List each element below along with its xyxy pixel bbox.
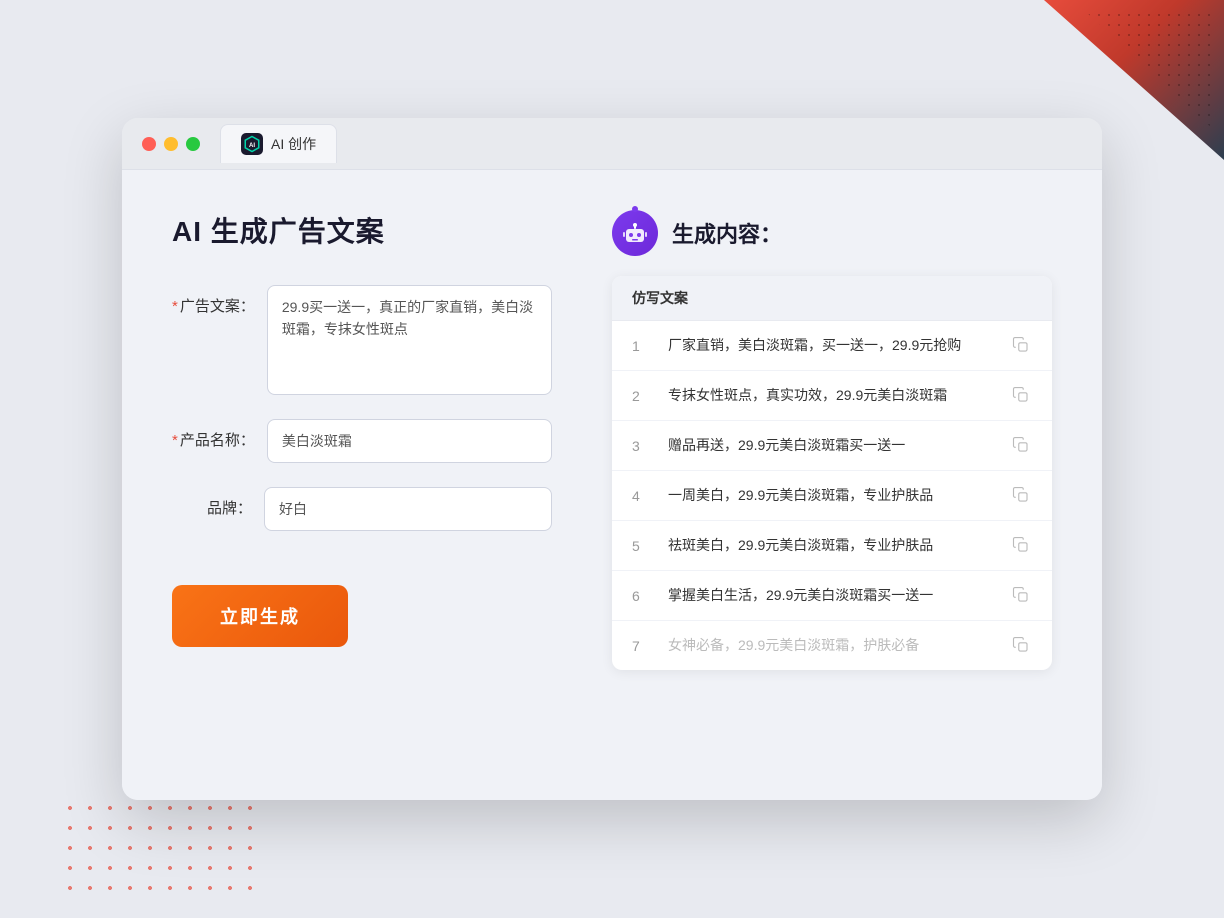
svg-text:AI: AI: [249, 143, 255, 149]
result-item-text: 掌握美白生活，29.9元美白淡斑霜买一送一: [668, 585, 996, 606]
result-header: 生成内容：: [612, 210, 1052, 256]
result-table-header: 仿写文案: [612, 276, 1052, 321]
traffic-lights: [142, 137, 200, 151]
robot-icon: [612, 210, 658, 256]
result-item-number: 7: [632, 638, 652, 654]
result-item-number: 6: [632, 588, 652, 604]
result-item-text: 专抹女性斑点，真实功效，29.9元美白淡斑霜: [668, 385, 996, 406]
result-item-number: 5: [632, 538, 652, 554]
page-title: AI 生成广告文案: [172, 210, 552, 250]
decorative-corner-dots: [1084, 10, 1214, 130]
result-item: 7 女神必备，29.9元美白淡斑霜，护肤必备: [612, 621, 1052, 670]
copy-icon[interactable]: [1012, 486, 1032, 506]
result-item: 6 掌握美白生活，29.9元美白淡斑霜买一送一: [612, 571, 1052, 621]
ai-tab-icon: AI: [241, 133, 263, 155]
copy-icon[interactable]: [1012, 436, 1032, 456]
copy-icon[interactable]: [1012, 386, 1032, 406]
result-item-number: 4: [632, 488, 652, 504]
brand-row: 品牌：: [172, 487, 552, 531]
result-item: 4 一周美白，29.9元美白淡斑霜，专业护肤品: [612, 471, 1052, 521]
decorative-bottom-dots: [60, 798, 260, 898]
ad-copy-textarea[interactable]: 29.9买一送一，真正的厂家直销，美白淡斑霜，专抹女性斑点: [267, 285, 552, 395]
title-bar: AI AI 创作: [122, 118, 1102, 170]
result-title: 生成内容：: [672, 217, 782, 249]
browser-window: AI AI 创作 AI 生成广告文案 *广告文案： 29.9买一送一，真正的厂家…: [122, 118, 1102, 800]
result-item-text: 祛斑美白，29.9元美白淡斑霜，专业护肤品: [668, 535, 996, 556]
main-content: AI 生成广告文案 *广告文案： 29.9买一送一，真正的厂家直销，美白淡斑霜，…: [122, 170, 1102, 800]
copy-icon[interactable]: [1012, 336, 1032, 356]
result-item-number: 2: [632, 388, 652, 404]
result-item-text: 一周美白，29.9元美白淡斑霜，专业护肤品: [668, 485, 996, 506]
result-item: 1 厂家直销，美白淡斑霜，买一送一，29.9元抢购: [612, 321, 1052, 371]
result-item: 3 赠品再送，29.9元美白淡斑霜买一送一: [612, 421, 1052, 471]
result-table: 仿写文案 1 厂家直销，美白淡斑霜，买一送一，29.9元抢购 2 专抹女性斑点，真实…: [612, 276, 1052, 670]
result-item-text: 赠品再送，29.9元美白淡斑霜买一送一: [668, 435, 996, 456]
result-item-number: 3: [632, 438, 652, 454]
brand-label: 品牌：: [172, 487, 252, 518]
copy-icon[interactable]: [1012, 636, 1032, 656]
result-item: 2 专抹女性斑点，真实功效，29.9元美白淡斑霜: [612, 371, 1052, 421]
product-name-label: *产品名称：: [172, 419, 255, 450]
copy-icon[interactable]: [1012, 536, 1032, 556]
close-button[interactable]: [142, 137, 156, 151]
ad-copy-label: *广告文案：: [172, 285, 255, 316]
maximize-button[interactable]: [186, 137, 200, 151]
copy-icon[interactable]: [1012, 586, 1032, 606]
right-panel: 生成内容： 仿写文案 1 厂家直销，美白淡斑霜，买一送一，29.9元抢购 2 专抹女…: [612, 210, 1052, 760]
result-item-number: 1: [632, 338, 652, 354]
product-name-row: *产品名称：: [172, 419, 552, 463]
product-name-input[interactable]: [267, 419, 552, 463]
result-item-text: 厂家直销，美白淡斑霜，买一送一，29.9元抢购: [668, 335, 996, 356]
result-item: 5 祛斑美白，29.9元美白淡斑霜，专业护肤品: [612, 521, 1052, 571]
result-items-container: 1 厂家直销，美白淡斑霜，买一送一，29.9元抢购 2 专抹女性斑点，真实功效，29…: [612, 321, 1052, 670]
ad-copy-row: *广告文案： 29.9买一送一，真正的厂家直销，美白淡斑霜，专抹女性斑点: [172, 285, 552, 395]
ai-tab[interactable]: AI AI 创作: [220, 124, 337, 163]
brand-input[interactable]: [264, 487, 552, 531]
result-item-text: 女神必备，29.9元美白淡斑霜，护肤必备: [668, 635, 996, 656]
generate-button[interactable]: 立即生成: [172, 585, 348, 647]
required-star-2: *: [172, 432, 178, 449]
minimize-button[interactable]: [164, 137, 178, 151]
required-star-1: *: [172, 298, 178, 315]
tab-label: AI 创作: [271, 134, 316, 154]
left-panel: AI 生成广告文案 *广告文案： 29.9买一送一，真正的厂家直销，美白淡斑霜，…: [172, 210, 552, 760]
